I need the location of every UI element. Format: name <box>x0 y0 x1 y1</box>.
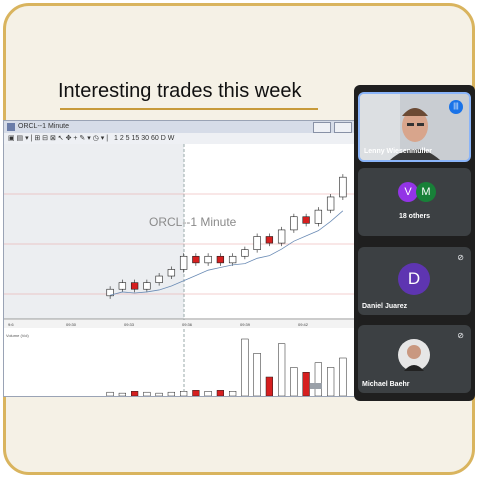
candle <box>314 209 323 224</box>
maximize-button[interactable] <box>334 122 352 133</box>
time-label: 09:36 <box>182 322 193 327</box>
candle <box>155 275 163 283</box>
volume-bar <box>339 357 347 396</box>
toolbar-icons: ▣ ▤ ▾ | ⊞ ⊟ ⊠ ↖ ✥ + ✎ ▾ ◷ ▾ | <box>8 135 109 142</box>
participant-name: Daniel Juarez <box>362 303 408 310</box>
avatar-v: V <box>398 182 418 202</box>
premarket-shade <box>4 144 184 319</box>
volume-bar <box>265 376 273 396</box>
volume-bar <box>302 372 310 396</box>
others-count: 18 others <box>398 213 431 220</box>
chart-window[interactable]: ORCL--1 Minute ▣ ▤ ▾ | ⊞ ⊟ ⊠ ↖ ✥ + ✎ ▾ ◷… <box>3 120 357 397</box>
volume-bar <box>327 367 335 396</box>
avatar-m: M <box>416 182 436 202</box>
participant-tile-lenny[interactable]: ||| Lenny Wiesenmuller <box>358 92 471 162</box>
volume-bar <box>314 362 322 396</box>
chart-toolbar[interactable]: ▣ ▤ ▾ | ⊞ ⊟ ⊠ ↖ ✥ + ✎ ▾ ◷ ▾ | 1 2 5 15 3… <box>4 133 356 144</box>
candle <box>290 216 298 231</box>
interval-buttons[interactable]: 1 2 5 15 30 60 D W <box>114 135 174 142</box>
volume-bar <box>241 338 249 396</box>
avatar-d: D <box>398 263 430 295</box>
time-label: 09:30 <box>66 322 77 327</box>
candle <box>216 255 225 264</box>
chart-window-title: ORCL--1 Minute <box>18 123 69 130</box>
volume-bar <box>131 391 139 396</box>
time-label: 09:42 <box>298 322 309 327</box>
volume-bar <box>229 391 237 396</box>
candle <box>253 236 261 250</box>
candle <box>277 229 286 244</box>
volume-bar <box>143 391 151 396</box>
title-underline <box>60 108 318 110</box>
time-label: 9:6 <box>8 322 14 327</box>
candle <box>204 255 212 264</box>
chart-watermark: ORCL--1 Minute <box>149 215 237 229</box>
chart-app-icon <box>7 123 15 131</box>
candle <box>241 249 249 257</box>
volume-bar <box>155 392 163 396</box>
candle <box>167 269 176 277</box>
slide-title: Interesting trades this week <box>58 80 302 102</box>
volume-bar <box>278 343 286 396</box>
volume-bar <box>106 391 114 396</box>
candle <box>130 282 139 290</box>
candle <box>143 282 151 290</box>
time-label: 09:39 <box>240 322 251 327</box>
volume-bar <box>253 353 261 396</box>
volume-bar <box>204 391 212 396</box>
candle <box>265 236 274 244</box>
candle <box>339 176 347 198</box>
participant-avatar-photo <box>398 339 430 371</box>
chart-window-titlebar[interactable]: ORCL--1 Minute <box>4 121 356 133</box>
volume-label: Volume (Vol) <box>6 333 29 338</box>
participant-tile-others[interactable]: V M 18 others <box>358 168 471 236</box>
participant-name: Michael Baehr <box>362 381 410 388</box>
participants-panel: ||| Lenny Wiesenmuller V M 18 others ⊘ D… <box>354 85 475 401</box>
mic-off-icon: ⊘ <box>457 253 464 262</box>
volume-bar <box>216 390 224 396</box>
volume-bar <box>167 391 175 396</box>
participant-name: Lenny Wiesenmuller <box>364 148 433 155</box>
chart-scrollbar-thumb[interactable] <box>310 383 322 389</box>
mic-off-icon: ⊘ <box>457 331 464 340</box>
participant-tile-michael[interactable]: ⊘ Michael Baehr <box>358 325 471 393</box>
volume-bar <box>192 390 200 396</box>
volume-bar <box>118 392 126 396</box>
candle <box>326 196 335 211</box>
candle <box>302 216 310 224</box>
audio-wave-icon: ||| <box>449 100 463 114</box>
volume-bar <box>290 367 298 396</box>
minimize-button[interactable] <box>313 122 331 133</box>
time-label: 09:33 <box>124 322 135 327</box>
candle <box>118 282 127 290</box>
candle <box>192 255 200 264</box>
candle <box>179 255 188 270</box>
participant-tile-daniel[interactable]: ⊘ D Daniel Juarez <box>358 247 471 315</box>
candle <box>228 255 237 264</box>
volume-bar <box>180 391 188 396</box>
candlestick-chart[interactable]: ORCL--1 Minute 9:6 09:30 09:33 09:36 09:39 09… <box>4 144 356 396</box>
